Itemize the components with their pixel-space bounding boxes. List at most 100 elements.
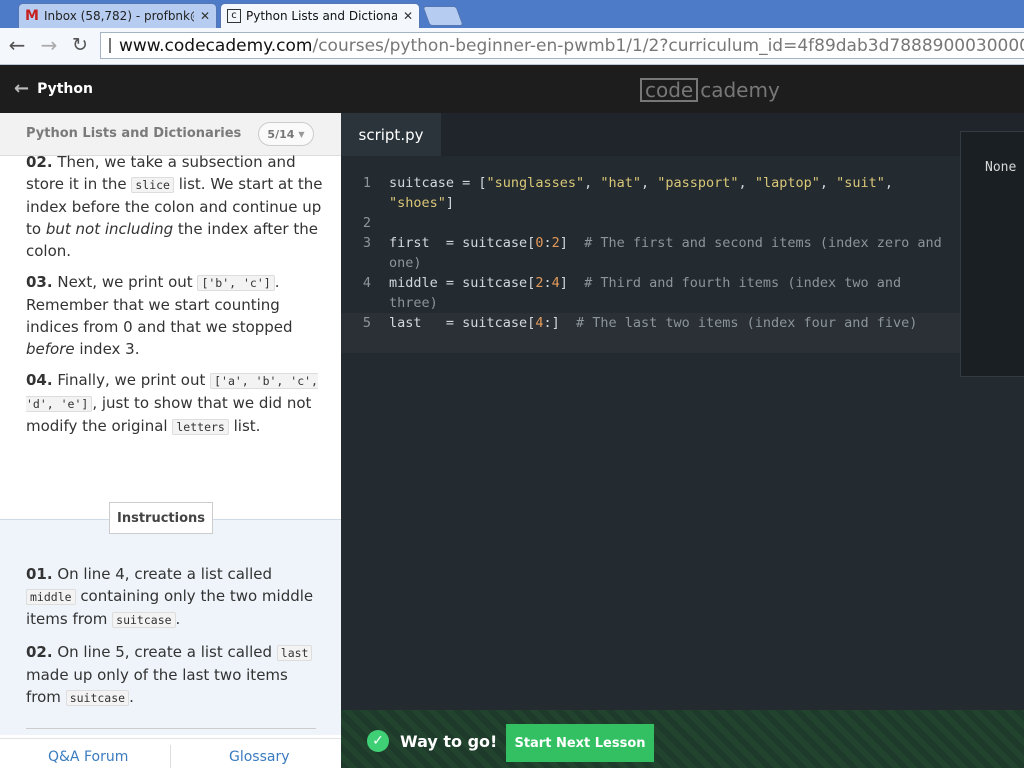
code-token-str: "laptop" — [754, 175, 820, 191]
step-number: 02. — [26, 643, 53, 661]
step-text: On line 4, create a list called — [52, 565, 273, 583]
code-text[interactable]: first = suitcase[0:2] # The first and se… — [389, 233, 949, 273]
step-text: Finally, we print out — [52, 371, 211, 389]
browser-tab-gmail[interactable]: M Inbox (58,782) - profbnk@gm ✕ — [18, 3, 217, 28]
output-text: None — [985, 160, 1017, 175]
code-token: , — [819, 175, 837, 191]
step-text: . — [129, 688, 134, 706]
lesson-step: 04. Finally, we print out ['a', 'b', 'c'… — [26, 369, 326, 438]
tab-title: Inbox (58,782) - profbnk@gm — [44, 9, 194, 23]
line-number: 4 — [362, 275, 371, 291]
lesson-step: 03. Next, we print out ['b', 'c']. Remem… — [26, 271, 326, 360]
code-token: , — [884, 175, 894, 191]
checkmark-icon: ✓ — [367, 730, 389, 752]
lesson-panel: Python Lists and Dictionaries 5/14 ▼ 02. … — [0, 113, 342, 768]
footer-links: Q&A Forum Glossary — [0, 738, 341, 768]
success-message: Way to go! — [400, 732, 498, 751]
code-text[interactable]: middle = suitcase[2:4] # Third and fourt… — [389, 273, 949, 313]
code-text[interactable]: suitcase = ["sunglasses", "hat", "passpo… — [389, 173, 949, 213]
code-token-str: "hat" — [600, 175, 641, 191]
code-token: : — [543, 275, 552, 291]
tab-close-icon[interactable]: ✕ — [403, 9, 413, 23]
site-header: ← Python code cademy — [0, 65, 1024, 113]
step-number: 01. — [26, 565, 53, 583]
step-emphasis: but not including — [45, 220, 174, 238]
code-token: middle = suitcase[ — [389, 275, 536, 291]
code-token: :] — [543, 315, 576, 331]
instruction-step: 01. On line 4, create a list called midd… — [26, 563, 326, 631]
code-token-num: 2 — [551, 235, 560, 251]
new-tab-button[interactable] — [422, 6, 464, 26]
back-to-course-link[interactable]: ← Python — [14, 78, 93, 99]
lesson-header: Python Lists and Dictionaries 5/14 ▼ — [0, 113, 341, 156]
code-token: ] — [559, 275, 585, 291]
logo-box-text: code — [640, 78, 699, 102]
back-arrow-icon: ← — [14, 78, 30, 99]
back-arrow-icon[interactable]: ← — [4, 32, 30, 58]
step-emphasis: before — [26, 340, 75, 358]
browser-tab-codecademy[interactable]: c Python Lists and Dictionaries ✕ — [220, 3, 420, 28]
codecademy-logo[interactable]: code cademy — [640, 78, 780, 102]
inline-code: last — [276, 645, 313, 661]
file-tab-script[interactable]: script.py — [341, 113, 441, 156]
codecademy-icon: c — [227, 9, 241, 23]
instructions-label[interactable]: Instructions — [109, 502, 213, 534]
code-token-str: "passport" — [657, 175, 739, 191]
code-token: ] — [559, 235, 585, 251]
inline-code: slice — [131, 177, 174, 193]
code-token-num: 4 — [551, 275, 560, 291]
start-next-lesson-button[interactable]: Start Next Lesson — [506, 724, 654, 762]
course-name: Python — [37, 80, 93, 97]
browser-toolbar: ← → ↻ www.codecademy.com/courses/python-… — [0, 28, 1024, 65]
code-token-str: "sunglasses" — [486, 175, 585, 191]
code-token: : — [543, 235, 552, 251]
code-token-str: "suit" — [836, 175, 885, 191]
code-token: first = suitcase[ — [389, 235, 536, 251]
inline-code: ['b', 'c'] — [197, 275, 275, 291]
forward-arrow-icon[interactable]: → — [36, 32, 62, 58]
page-icon — [109, 38, 111, 53]
qa-forum-link[interactable]: Q&A Forum — [48, 749, 128, 765]
code-token: ] — [445, 195, 455, 211]
step-number: 03. — [26, 273, 53, 291]
address-bar[interactable]: www.codecademy.com/courses/python-beginn… — [100, 32, 1024, 59]
lesson-step: 02. Then, we take a subsection and store… — [26, 151, 326, 262]
inline-code: letters — [172, 419, 229, 435]
inline-code: suitcase — [65, 690, 130, 706]
divider — [26, 728, 316, 729]
reload-icon[interactable]: ↻ — [67, 32, 93, 58]
line-number: 3 — [362, 235, 371, 251]
glossary-link[interactable]: Glossary — [229, 749, 290, 765]
inline-code: middle — [26, 589, 76, 605]
divider — [170, 745, 171, 768]
chevron-down-icon: ▼ — [298, 129, 305, 139]
step-number: 02. — [26, 153, 53, 171]
step-text: . — [175, 610, 181, 628]
logo-rest-text: cademy — [700, 78, 780, 102]
code-token: , — [641, 175, 658, 191]
code-token: last = suitcase[ — [389, 315, 536, 331]
browser-tab-strip: M Inbox (58,782) - profbnk@gm ✕ c Python… — [0, 0, 1024, 28]
code-token: , — [584, 175, 601, 191]
tab-close-icon[interactable]: ✕ — [200, 9, 210, 23]
inline-code: suitcase — [112, 612, 176, 628]
instruction-step: 02. On line 5, create a list called last… — [26, 641, 326, 709]
step-text: index 3. — [74, 340, 140, 358]
line-number: 1 — [362, 175, 371, 191]
progress-text: 5/14 — [267, 127, 295, 141]
step-text: On line 5, create a list called — [52, 643, 277, 661]
editor-tab-bar: script.py — [341, 113, 1024, 156]
code-text[interactable]: last = suitcase[4:] # The last two items… — [389, 313, 949, 333]
code-token: suitcase = [ — [389, 175, 487, 191]
output-panel: None — [960, 131, 1024, 377]
tab-title: Python Lists and Dictionaries — [246, 9, 397, 23]
progress-dropdown[interactable]: 5/14 ▼ — [258, 122, 314, 146]
code-token: , — [738, 175, 755, 191]
code-token-cmt: # The last two items (index four and fiv… — [575, 315, 918, 331]
line-number: 5 — [362, 315, 371, 331]
code-line-active[interactable]: 5 last = suitcase[4:] # The last two ite… — [341, 313, 961, 353]
code-editor: script.py 1 suitcase = ["sunglasses", "h… — [341, 113, 1024, 768]
step-text: Next, we print out — [52, 273, 198, 291]
code-token-str: "shoes" — [389, 195, 446, 211]
url-text: www.codecademy.com/courses/python-beginn… — [119, 35, 1024, 56]
